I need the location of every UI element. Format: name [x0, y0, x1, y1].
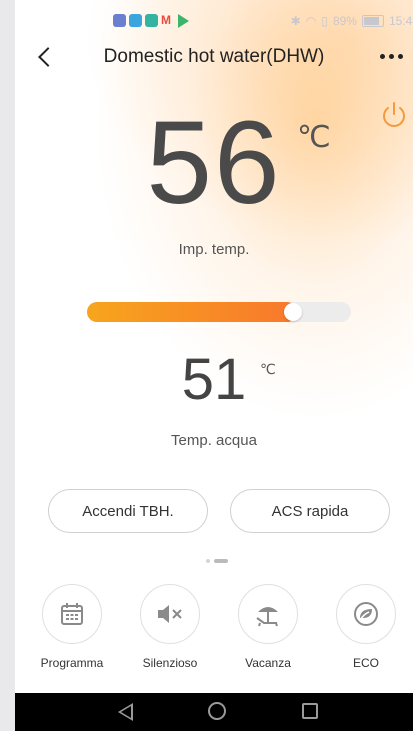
app-notification-icon — [113, 14, 126, 27]
slider-thumb[interactable] — [284, 303, 302, 321]
mode-circle — [238, 584, 298, 644]
nav-recents-icon[interactable] — [302, 703, 318, 719]
page-title: Domestic hot water(DHW) — [103, 46, 325, 67]
mode-circle — [42, 584, 102, 644]
mode-circle — [140, 584, 200, 644]
water-temperature-value: 51 — [181, 347, 247, 412]
app-notification-icon — [145, 14, 158, 27]
clock: 15:45 — [388, 14, 413, 28]
more-dots-icon — [380, 54, 385, 59]
set-temperature-label: Imp. temp. — [178, 241, 250, 258]
nav-home-icon[interactable] — [208, 702, 226, 720]
status-bar: M ✱ ◠ ▯ 89% 15:45 — [15, 0, 413, 44]
notification-icons: M — [113, 14, 189, 28]
set-temperature-value: 56 — [146, 97, 282, 229]
mode-silenzioso[interactable]: Silenzioso — [128, 584, 212, 670]
acs-rapida-button[interactable]: ACS rapida — [230, 489, 390, 533]
system-navigation-bar — [15, 693, 413, 731]
more-dots-icon — [398, 54, 403, 59]
status-right: ✱ ◠ ▯ 89% 15:45 — [291, 14, 413, 28]
gmail-icon: M — [161, 13, 171, 27]
page-dot — [206, 559, 210, 563]
bluetooth-icon: ✱ — [290, 14, 301, 28]
mute-speaker-icon — [158, 605, 182, 623]
set-temperature-unit: ℃ — [297, 121, 331, 154]
battery-percent: 89% — [332, 14, 357, 28]
mode-vacanza[interactable]: Vacanza — [226, 584, 310, 670]
temperature-slider[interactable] — [87, 302, 351, 322]
app-notification-icon — [129, 14, 142, 27]
wifi-icon: ◠ — [305, 14, 317, 28]
page-indicator — [206, 559, 228, 563]
calendar-icon — [61, 603, 83, 625]
mode-label: Programma — [40, 656, 104, 670]
mode-circle — [336, 584, 396, 644]
page-dot-active — [214, 559, 228, 563]
mode-label: Silenzioso — [142, 656, 198, 670]
tbh-button[interactable]: Accendi TBH. — [48, 489, 208, 533]
water-temperature-label: Temp. acqua — [171, 432, 257, 449]
play-store-icon — [178, 14, 189, 28]
slider-fill — [87, 302, 297, 322]
sim-icon: ▯ — [321, 14, 328, 28]
battery-icon — [361, 15, 384, 27]
more-options-button[interactable] — [380, 54, 403, 59]
mode-programma[interactable]: Programma — [30, 584, 114, 670]
water-temperature-unit: ℃ — [260, 361, 276, 377]
eco-leaf-icon — [354, 602, 378, 626]
more-dots-icon — [389, 54, 394, 59]
nav-back-icon[interactable] — [118, 703, 133, 721]
beach-umbrella-icon — [256, 607, 278, 627]
app-screen: M ✱ ◠ ▯ 89% 15:45 Domestic hot water(DHW… — [15, 0, 413, 731]
mode-eco[interactable]: ECO — [324, 584, 408, 670]
mode-label: Vacanza — [245, 656, 291, 670]
mode-label: ECO — [352, 656, 379, 670]
